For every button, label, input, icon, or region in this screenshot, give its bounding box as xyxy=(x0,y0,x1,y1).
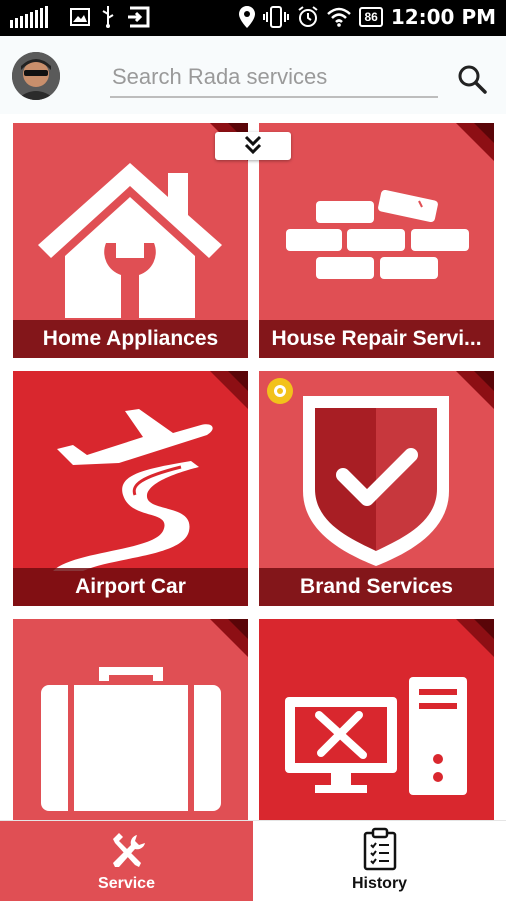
tab-history[interactable]: History xyxy=(253,821,506,901)
usb-icon xyxy=(102,6,114,28)
tile-corner-fold-inner xyxy=(228,371,248,391)
avatar-image xyxy=(12,52,60,100)
tab-history-label: History xyxy=(351,875,408,892)
tile-label: Home Appliances xyxy=(13,320,248,358)
status-bar: 86 12:00 PM xyxy=(0,0,506,36)
tab-service-label: Service xyxy=(98,875,155,892)
bottom-navigation: Service History xyxy=(0,820,506,901)
app-header xyxy=(0,36,506,114)
clipboard-icon xyxy=(363,827,397,871)
double-chevron-down-icon xyxy=(244,135,262,155)
image-icon xyxy=(70,8,90,26)
vibrate-icon xyxy=(263,6,290,28)
status-right-icons: 86 12:00 PM xyxy=(239,5,496,29)
tile-house-repair-services[interactable]: House Repair Servi... xyxy=(259,123,494,358)
tile-label: Brand Services xyxy=(259,568,494,606)
tile-label: House Repair Servi... xyxy=(259,320,494,358)
tile-label: Airport Car xyxy=(13,568,248,606)
battery-icon: 86 xyxy=(359,7,383,27)
tools-icon xyxy=(113,833,145,867)
tile-corner-fold-inner xyxy=(474,371,494,391)
alarm-icon xyxy=(298,6,319,27)
tile-luggage-service[interactable] xyxy=(13,619,248,820)
location-icon xyxy=(239,6,256,28)
search-input[interactable] xyxy=(110,58,442,96)
tile-brand-services[interactable]: Brand Services xyxy=(259,371,494,606)
tile-home-appliances[interactable]: Home Appliances xyxy=(13,123,248,358)
wifi-icon xyxy=(327,7,352,27)
user-avatar[interactable] xyxy=(12,52,60,100)
status-left-icons xyxy=(10,6,152,28)
exit-icon xyxy=(128,6,150,28)
search-icon[interactable] xyxy=(455,62,489,96)
tile-corner-fold-inner xyxy=(228,619,248,639)
tab-service[interactable]: Service xyxy=(0,821,253,901)
tile-computer-service[interactable] xyxy=(259,619,494,820)
tile-corner-fold-inner xyxy=(474,619,494,639)
collapse-button[interactable] xyxy=(215,132,291,160)
status-time: 12:00 PM xyxy=(390,5,496,29)
search-bar[interactable] xyxy=(110,58,442,98)
tile-airport-car[interactable]: Airport Car xyxy=(13,371,248,606)
touch-indicator xyxy=(267,378,293,404)
signal-icon xyxy=(10,6,48,28)
tile-corner-fold-inner xyxy=(474,123,494,143)
services-grid: Home Appliances House Repair Servi... Ai… xyxy=(0,114,506,820)
